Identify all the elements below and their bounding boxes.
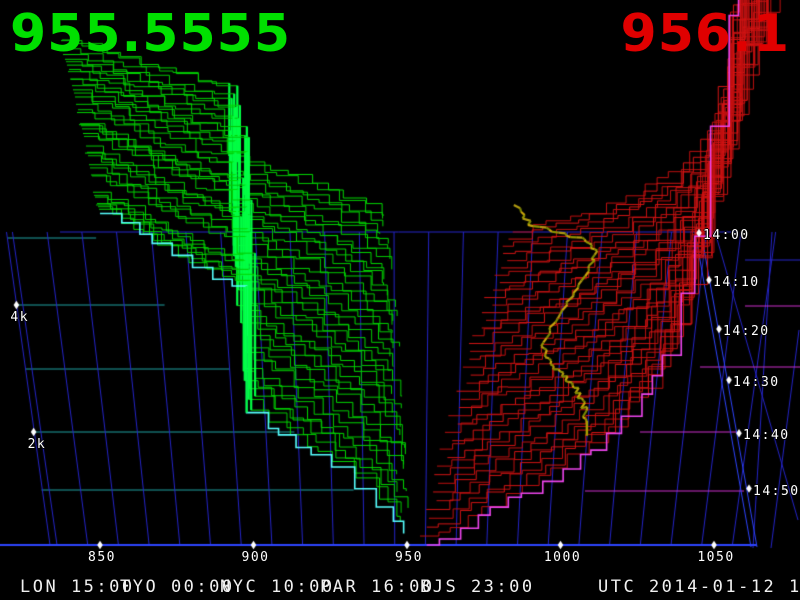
amount-tick-label: 4k: [10, 311, 29, 324]
clock-newyork: NYC 10:00: [220, 574, 335, 600]
best-ask-price: 956.1: [621, 8, 790, 60]
utc-datetime: UTC 2014-01-12 15:00: [598, 574, 800, 600]
price-tick-label: 1000: [544, 551, 581, 564]
clock-beijing: BJS 23:00: [420, 574, 535, 600]
time-tick-label: 14:40: [743, 429, 790, 442]
price-tick-label: 1050: [697, 551, 734, 564]
clock-tokyo: TYO 00:00: [120, 574, 235, 600]
order-book-3d-app: 955.5555 956.1 850 900 950 1000 1050 14:00 14:…: [0, 0, 800, 600]
clock-london: LON 15:00: [20, 574, 135, 600]
best-bid-price: 955.5555: [10, 8, 291, 60]
time-tick-label: 14:20: [723, 325, 770, 338]
depth-chart-canvas[interactable]: [0, 0, 800, 600]
time-tick-label: 14:30: [733, 376, 780, 389]
price-tick-label: 950: [395, 551, 423, 564]
time-tick-label: 14:10: [713, 276, 760, 289]
amount-tick-label: 2k: [28, 438, 47, 451]
price-tick-label: 850: [88, 551, 116, 564]
time-tick-label: 14:50: [753, 485, 800, 498]
clock-paris: PAR 16:00: [320, 574, 435, 600]
time-tick-label: 14:00: [703, 229, 750, 242]
price-tick-label: 900: [242, 551, 270, 564]
status-bar: LON 15:00 TYO 00:00 NYC 10:00 PAR 16:00 …: [0, 574, 800, 600]
